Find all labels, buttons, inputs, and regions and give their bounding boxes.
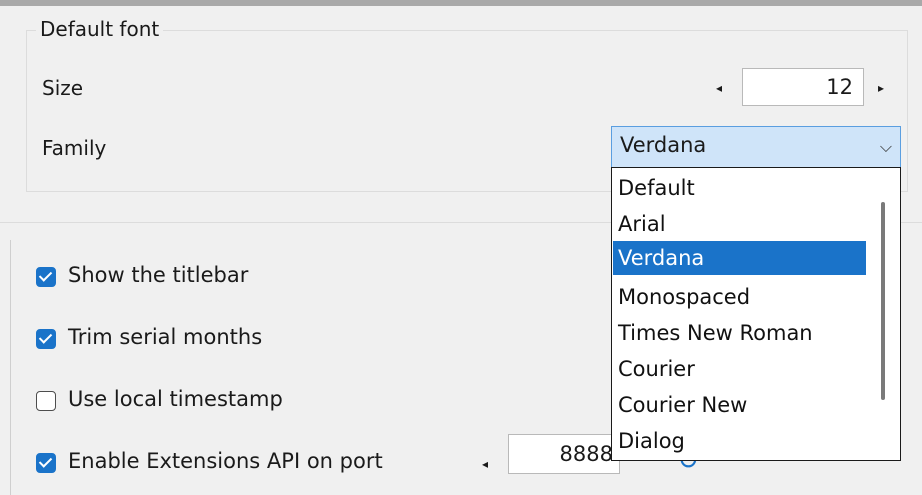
dropdown-option-default[interactable]: Default <box>613 171 866 205</box>
font-size-input[interactable]: 12 <box>742 68 864 106</box>
dropdown-option-dialog[interactable]: Dialog <box>613 424 866 458</box>
dropdown-option-courier[interactable]: Courier <box>613 352 866 386</box>
dropdown-option-monospaced[interactable]: Monospaced <box>613 280 866 314</box>
dropdown-scrollbar[interactable] <box>881 202 885 400</box>
size-label: Size <box>42 76 84 100</box>
dropdown-option-times-new-roman[interactable]: Times New Roman <box>613 316 866 350</box>
show-titlebar-label: Show the titlebar <box>68 263 249 287</box>
use-local-timestamp-label: Use local timestamp <box>68 387 283 411</box>
font-family-combobox[interactable]: Verdana ⌵ <box>611 126 901 168</box>
dropdown-option-verdana[interactable]: Verdana <box>613 241 866 275</box>
use-local-timestamp-checkbox[interactable] <box>36 391 56 411</box>
enable-extensions-api-label: Enable Extensions API on port <box>68 449 383 473</box>
trim-serial-months-checkbox[interactable] <box>36 329 56 349</box>
size-decrease-arrow-icon[interactable]: ◂ <box>716 82 722 94</box>
show-titlebar-checkbox[interactable] <box>36 267 56 287</box>
enable-extensions-api-checkbox[interactable] <box>36 453 56 473</box>
default-font-legend: Default font <box>36 17 164 41</box>
family-label: Family <box>42 136 107 160</box>
trim-serial-months-label: Trim serial months <box>68 325 263 349</box>
dropdown-option-arial[interactable]: Arial <box>613 207 866 241</box>
dropdown-option-courier-new[interactable]: Courier New <box>613 388 866 422</box>
size-increase-arrow-icon[interactable]: ▸ <box>878 82 884 94</box>
font-family-dropdown-list: Default Arial Verdana Monospaced Times N… <box>611 167 901 461</box>
combo-selected-value: Verdana <box>620 133 707 157</box>
chevron-down-icon[interactable]: ⌵ <box>880 137 892 157</box>
port-decrease-arrow-icon[interactable]: ◂ <box>482 458 488 470</box>
window-top-border <box>0 0 922 6</box>
panel-left-border <box>10 240 11 495</box>
extensions-port-input[interactable]: 8888 <box>508 434 620 474</box>
